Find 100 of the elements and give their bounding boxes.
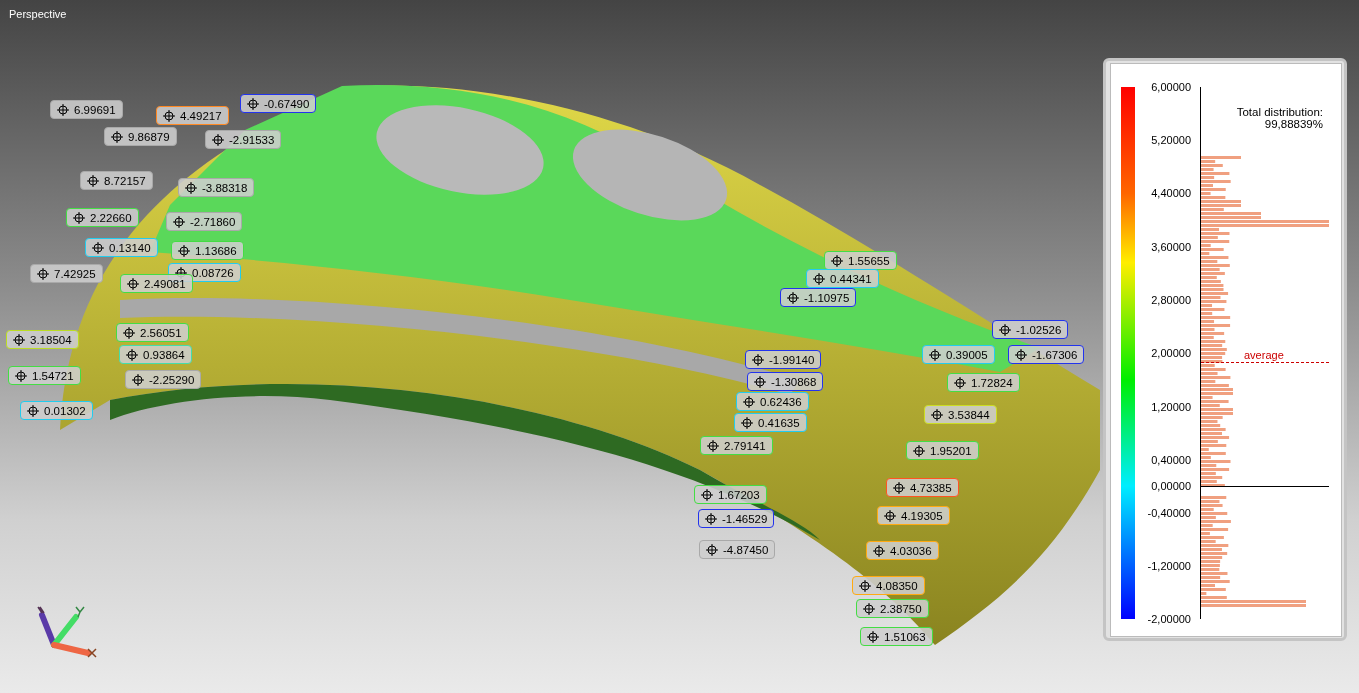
measurement-value: 8.72157 — [104, 174, 146, 187]
crosshair-icon — [873, 544, 885, 557]
measurement-value: 4.49217 — [180, 109, 222, 122]
total-distribution-value: 99,88839% — [1264, 118, 1323, 130]
crosshair-icon — [831, 254, 843, 267]
measurement-value: 4.08350 — [876, 579, 918, 592]
measurement-value: 1.13686 — [195, 244, 237, 257]
scale-tick-label: -2,00000 — [1147, 613, 1191, 625]
crosshair-icon — [123, 326, 135, 339]
crosshair-icon — [706, 543, 718, 556]
measurement-value: -3.88318 — [202, 181, 248, 194]
crosshair-icon — [752, 353, 764, 366]
crosshair-icon — [743, 395, 755, 408]
measurement-value: 0.93864 — [143, 348, 185, 361]
crosshair-icon — [57, 103, 69, 116]
scale-tick-label: 4,40000 — [1151, 187, 1191, 199]
measurement-value: -2.71860 — [190, 215, 236, 228]
crosshair-icon — [867, 630, 879, 643]
crosshair-icon — [1015, 348, 1027, 361]
crosshair-icon — [13, 333, 25, 346]
measurement-value: 0.44341 — [830, 272, 872, 285]
measurement-value: -1.99140 — [769, 353, 815, 366]
measurement-value: 6.99691 — [74, 103, 116, 116]
measurement-value: 7.42925 — [54, 267, 96, 280]
viewport-title: Perspective — [9, 8, 67, 20]
crosshair-icon — [893, 481, 905, 494]
measurement-value: -0.67490 — [264, 97, 310, 110]
crosshair-icon — [132, 373, 144, 386]
measurement-value: -1.67306 — [1032, 348, 1078, 361]
crosshair-icon — [163, 109, 175, 122]
crosshair-icon — [92, 241, 104, 254]
measurement-value: 2.49081 — [144, 277, 186, 290]
measurement-value: 3.18504 — [30, 333, 72, 346]
measurement-value: 0.13140 — [109, 241, 151, 254]
crosshair-icon — [707, 439, 719, 452]
measurement-value: 2.56051 — [140, 326, 182, 339]
measurement-value: 2.79141 — [724, 439, 766, 452]
measurement-value: -2.25290 — [149, 373, 195, 386]
crosshair-icon — [37, 267, 49, 280]
crosshair-icon — [127, 277, 139, 290]
scale-tick-label: 1,20000 — [1151, 401, 1191, 413]
total-distribution-label: Total distribution: — [1236, 106, 1323, 118]
crosshair-icon — [701, 488, 713, 501]
crosshair-icon — [863, 602, 875, 615]
measurement-value: 0.41635 — [758, 416, 800, 429]
crosshair-icon — [212, 133, 224, 146]
crosshair-icon — [754, 375, 766, 388]
crosshair-icon — [931, 408, 943, 421]
scale-tick-label: 6,00000 — [1151, 81, 1191, 93]
measurement-value: 4.19305 — [901, 509, 943, 522]
crosshair-icon — [178, 244, 190, 257]
crosshair-icon — [741, 416, 753, 429]
measurement-value: -4.87450 — [723, 543, 769, 556]
measurement-value: 1.67203 — [718, 488, 760, 501]
crosshair-icon — [859, 579, 871, 592]
measurement-value: 2.22660 — [90, 211, 132, 224]
average-label: average — [1244, 349, 1284, 361]
measurement-value: -1.02526 — [1016, 323, 1062, 336]
scale-tick-label: 0,40000 — [1151, 454, 1191, 466]
crosshair-icon — [954, 376, 966, 389]
measurement-value: -1.30868 — [771, 375, 817, 388]
measurement-value: 0.39005 — [946, 348, 988, 361]
scale-tick-label: 2,80000 — [1151, 294, 1191, 306]
measurement-value: 1.55655 — [848, 254, 890, 267]
scale-tick-label: 0,00000 — [1151, 480, 1191, 492]
measurement-value: 1.72824 — [971, 376, 1013, 389]
crosshair-icon — [27, 404, 39, 417]
measurement-value: 1.54721 — [32, 369, 74, 382]
crosshair-icon — [173, 215, 185, 228]
crosshair-icon — [247, 97, 259, 110]
measurement-value: 0.62436 — [760, 395, 802, 408]
crosshair-icon — [185, 181, 197, 194]
measurement-value: -2.91533 — [229, 133, 275, 146]
crosshair-icon — [15, 369, 27, 382]
measurement-value: 1.51063 — [884, 630, 926, 643]
measurement-value: 0.08726 — [192, 266, 234, 279]
crosshair-icon — [813, 272, 825, 285]
measurement-value: 4.73385 — [910, 481, 952, 494]
measurement-value: -1.46529 — [722, 512, 768, 525]
scale-tick-label: -1,20000 — [1147, 560, 1191, 572]
crosshair-icon — [705, 512, 717, 525]
crosshair-icon — [884, 509, 896, 522]
scale-tick-label: 2,00000 — [1151, 347, 1191, 359]
measurement-value: 0.01302 — [44, 404, 86, 417]
measurement-value: 4.03036 — [890, 544, 932, 557]
crosshair-icon — [999, 323, 1011, 336]
scale-tick-label: 5,20000 — [1151, 134, 1191, 146]
crosshair-icon — [126, 348, 138, 361]
crosshair-icon — [913, 444, 925, 457]
scale-tick-label: -0,40000 — [1147, 507, 1191, 519]
measurement-value: 3.53844 — [948, 408, 990, 421]
crosshair-icon — [87, 174, 99, 187]
crosshair-icon — [787, 291, 799, 304]
crosshair-icon — [111, 130, 123, 143]
measurement-value: 1.95201 — [930, 444, 972, 457]
measurement-value: -1.10975 — [804, 291, 850, 304]
measurement-value: 9.86879 — [128, 130, 170, 143]
crosshair-icon — [73, 211, 85, 224]
scale-tick-label: 3,60000 — [1151, 241, 1191, 253]
measurement-value: 2.38750 — [880, 602, 922, 615]
